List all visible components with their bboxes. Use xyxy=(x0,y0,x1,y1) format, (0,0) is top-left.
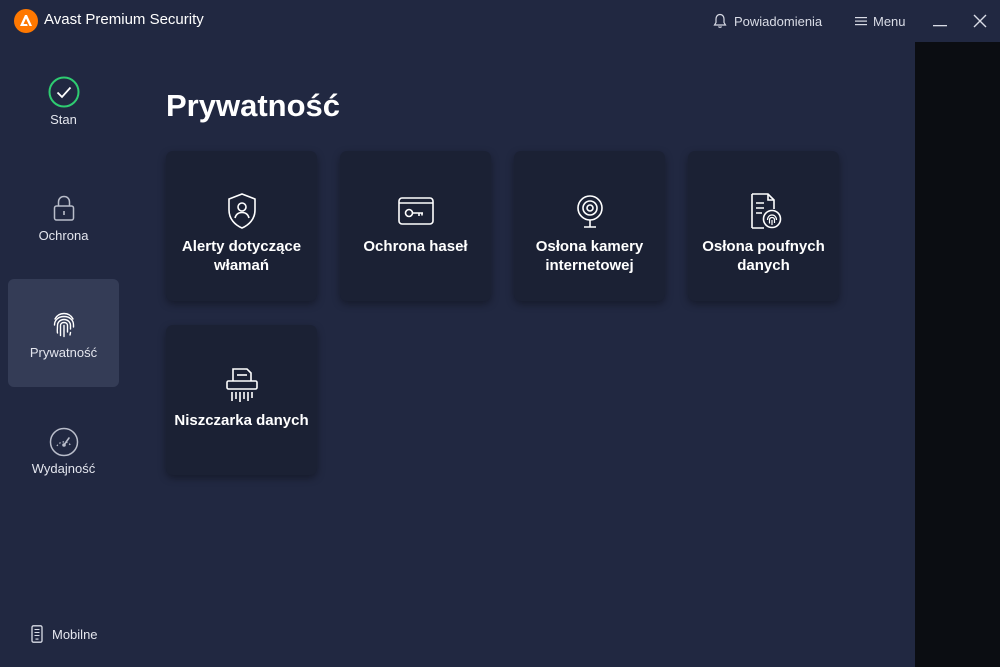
tile-label: Ochrona haseł xyxy=(363,238,468,255)
lock-icon xyxy=(53,195,74,221)
avast-logo-icon xyxy=(14,9,38,33)
tile-data-shredder[interactable]: Niszczarka danych xyxy=(166,325,317,475)
tile-label: Niszczarka danych xyxy=(174,412,309,429)
shredder-icon xyxy=(225,368,258,402)
tile-label: Osłona poufnych danych xyxy=(702,238,825,274)
sidebar-item-wydajnosc[interactable]: Wydajność xyxy=(8,414,119,522)
shield-user-icon xyxy=(227,193,256,229)
background-strip xyxy=(915,42,1000,667)
bell-icon xyxy=(713,13,727,28)
close-icon[interactable] xyxy=(970,11,990,31)
tile-webcam-shield[interactable]: Osłona kamery internetowej xyxy=(514,151,665,301)
password-card-icon xyxy=(397,197,434,225)
app-title: Avast Premium Security xyxy=(44,11,204,28)
notifications-button[interactable]: Powiadomienia xyxy=(712,11,822,31)
title-bar: Avast Premium Security Powiadomienia Men… xyxy=(0,0,1000,42)
sidebar-item-stan[interactable]: Stan xyxy=(8,64,119,172)
webcam-icon xyxy=(576,195,603,228)
minimize-icon[interactable] xyxy=(930,11,950,31)
app-window: Avast Premium Security Powiadomienia Men… xyxy=(0,0,1000,667)
page-title: Prywatność xyxy=(166,88,341,123)
document-fingerprint-icon xyxy=(750,193,781,229)
menu-button[interactable]: Menu xyxy=(855,11,906,31)
sidebar-item-ochrona[interactable]: Ochrona xyxy=(8,180,119,288)
sidebar-item-label: Prywatność xyxy=(29,345,98,360)
tile-sensitive-data-shield[interactable]: Osłona poufnych danych xyxy=(688,151,839,301)
sidebar-item-label: Wydajność xyxy=(31,461,96,476)
hamburger-icon xyxy=(855,17,867,26)
menu-label: Menu xyxy=(873,13,906,29)
tile-label: Alerty dotyczące włamań xyxy=(181,238,302,274)
sidebar-item-mobile[interactable]: Mobilne xyxy=(30,625,98,643)
sidebar-item-label: Stan xyxy=(50,112,77,127)
check-circle-icon xyxy=(48,76,79,108)
mobile-phone-icon xyxy=(31,625,43,643)
tile-password-protection[interactable]: Ochrona haseł xyxy=(340,151,491,301)
tile-hack-alerts[interactable]: Alerty dotyczące włamań xyxy=(166,151,317,301)
fingerprint-icon xyxy=(53,312,74,338)
mobile-label: Mobilne xyxy=(52,626,98,642)
sidebar: Stan Ochrona Prywatność Wydajność Mobiln… xyxy=(0,42,128,667)
notifications-label: Powiadomienia xyxy=(734,13,823,29)
sidebar-item-prywatnosc[interactable]: Prywatność xyxy=(8,279,119,387)
tile-label: Osłona kamery internetowej xyxy=(535,238,644,274)
sidebar-item-label: Ochrona xyxy=(38,228,89,243)
speedometer-icon xyxy=(49,427,78,457)
